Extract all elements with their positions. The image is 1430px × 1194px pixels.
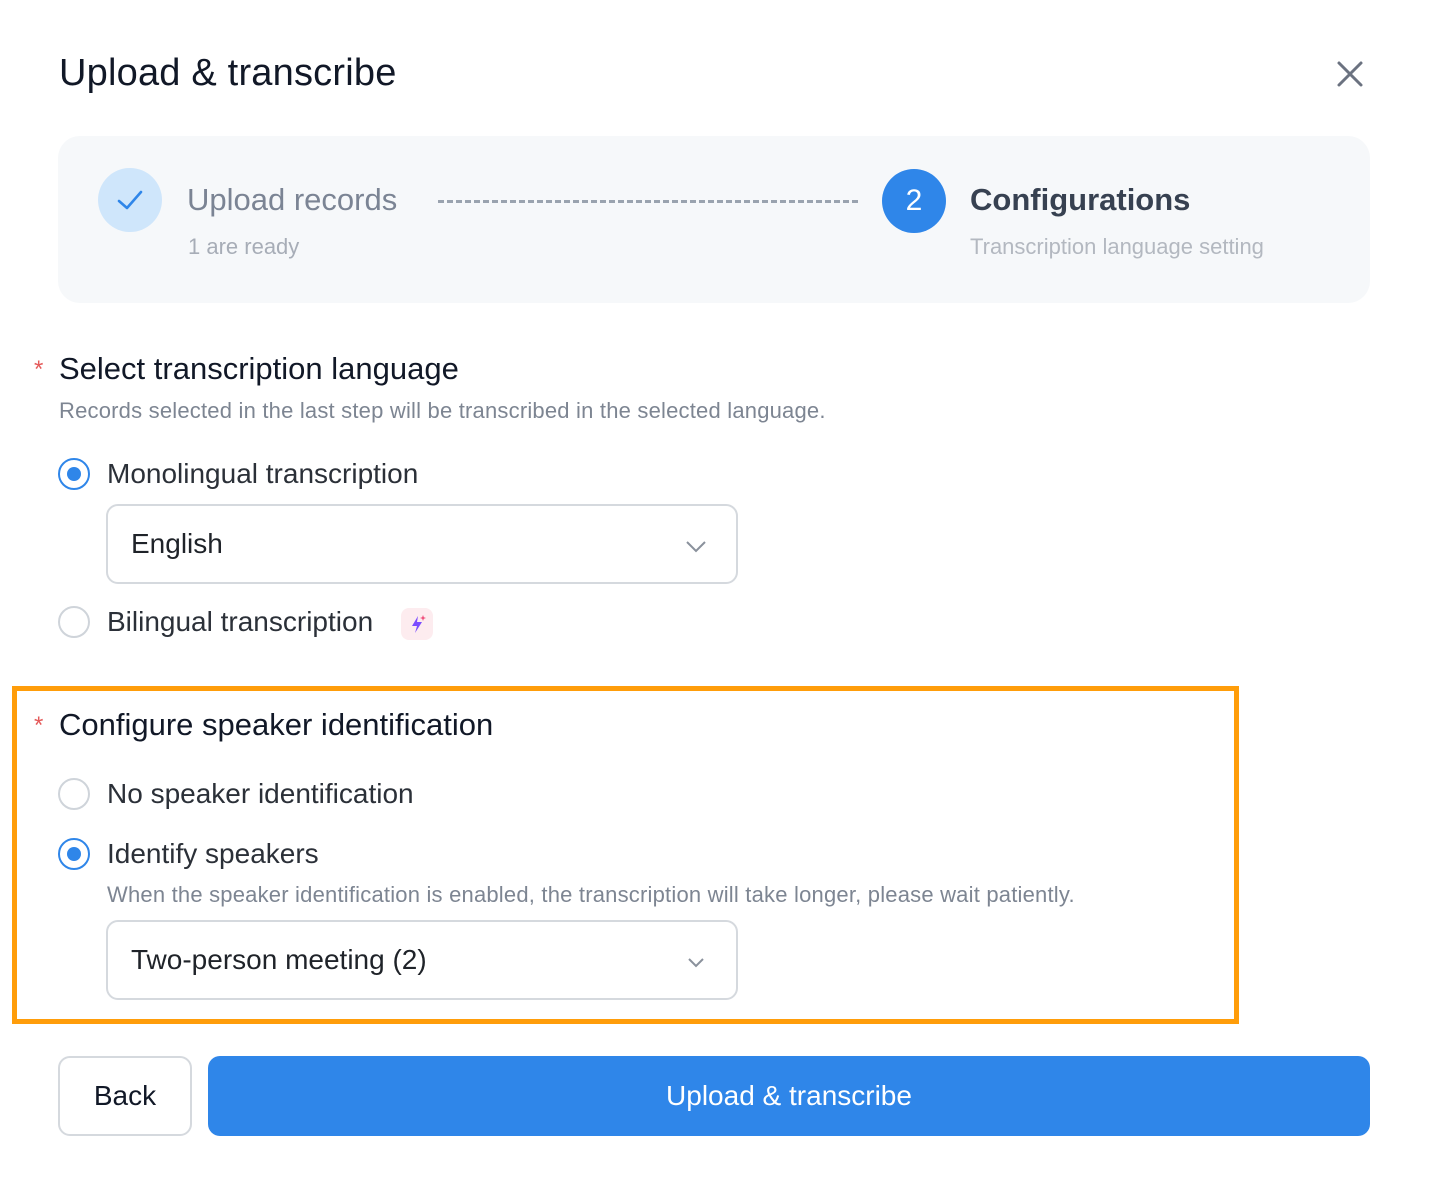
close-icon (1337, 61, 1363, 87)
back-button[interactable]: Back (58, 1056, 192, 1136)
upload-transcribe-button[interactable]: Upload & transcribe (208, 1056, 1370, 1136)
language-section-title: Select transcription language (59, 351, 459, 386)
ai-sparkle-badge (401, 608, 433, 640)
step-2-indicator: 2 (882, 169, 946, 233)
close-button[interactable] (1330, 54, 1370, 94)
step-1-subtitle: 1 are ready (188, 234, 300, 259)
speaker-section-title: Configure speaker identification (59, 707, 494, 742)
speaker-id-hint: When the speaker identification is enabl… (107, 882, 1075, 907)
step-2-title: Configurations (970, 182, 1191, 217)
bilingual-radio[interactable] (58, 606, 90, 638)
identify-speakers-radio[interactable] (58, 838, 90, 870)
speaker-count-select-value: Two-person meeting (2) (131, 944, 427, 975)
language-select[interactable]: English (106, 504, 738, 584)
speaker-count-select[interactable]: Two-person meeting (2) (106, 920, 738, 1000)
chevron-down-icon (686, 541, 706, 553)
steps-panel (58, 136, 1370, 303)
bilingual-label[interactable]: Bilingual transcription (107, 606, 373, 638)
monolingual-radio[interactable] (58, 458, 90, 490)
step-1-title: Upload records (187, 182, 398, 217)
step-2-subtitle: Transcription language setting (970, 234, 1264, 259)
no-speaker-id-radio[interactable] (58, 778, 90, 810)
ai-sparkle-icon (412, 615, 426, 633)
no-speaker-id-label[interactable]: No speaker identification (107, 778, 414, 810)
language-select-value: English (131, 528, 223, 559)
required-mark: * (34, 356, 44, 383)
required-mark: * (34, 712, 44, 739)
check-icon (117, 190, 143, 210)
chevron-down-icon (688, 958, 704, 968)
step-1-indicator (98, 168, 162, 232)
identify-speakers-label[interactable]: Identify speakers (107, 838, 319, 870)
monolingual-label[interactable]: Monolingual transcription (107, 458, 418, 490)
dialog-title: Upload & transcribe (59, 52, 397, 94)
language-section-description: Records selected in the last step will b… (59, 398, 826, 423)
step-connector (438, 200, 858, 203)
